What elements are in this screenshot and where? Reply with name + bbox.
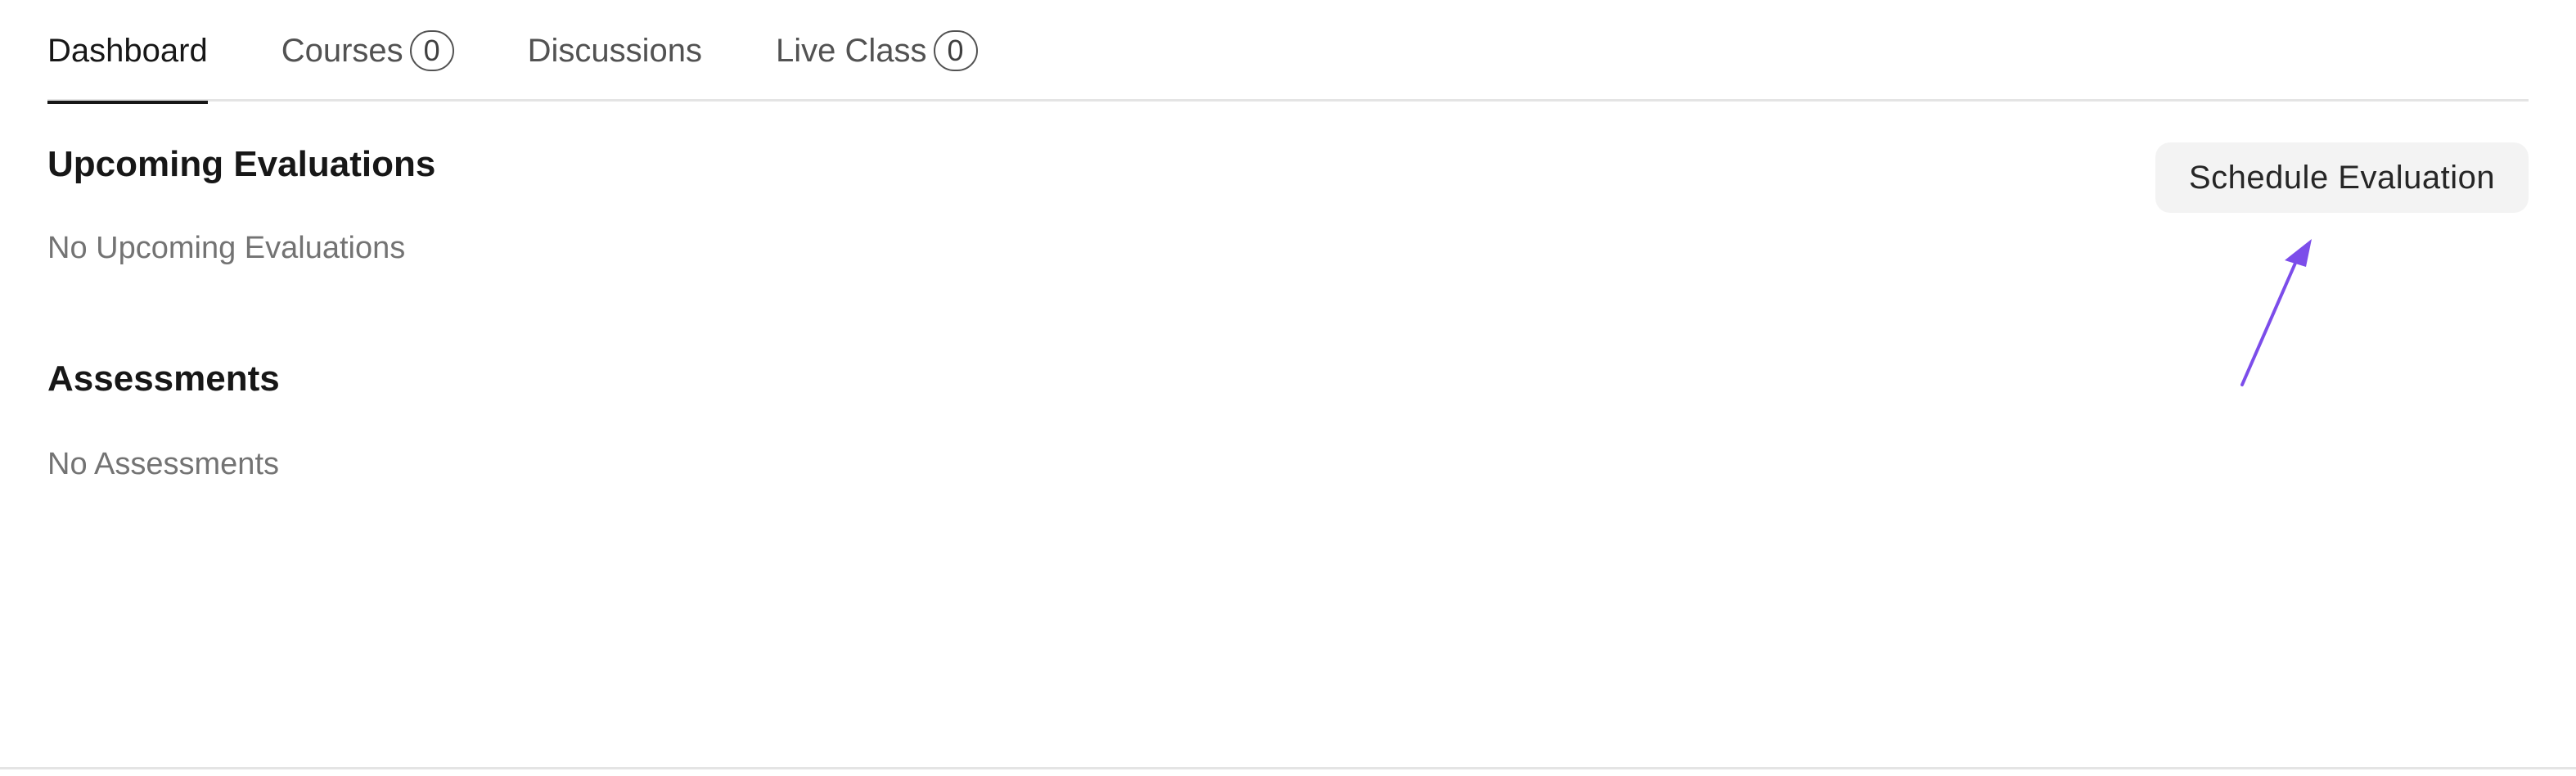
bottom-divider [0, 767, 2576, 769]
tab-bar: Dashboard Courses 0 Discussions Live Cla… [47, 0, 2529, 104]
page: Dashboard Courses 0 Discussions Live Cla… [0, 0, 2576, 776]
tab-discussions-label: Discussions [527, 32, 703, 69]
upcoming-evaluations-heading: Upcoming Evaluations [47, 144, 436, 184]
schedule-evaluation-button[interactable]: Schedule Evaluation [2155, 142, 2529, 213]
assessments-empty-text: No Assessments [47, 447, 279, 481]
tab-dashboard-label: Dashboard [47, 32, 208, 69]
upcoming-evaluations-empty-text: No Upcoming Evaluations [47, 231, 406, 265]
arrow-pointer-icon [2240, 239, 2312, 386]
tab-courses-count-badge: 0 [409, 30, 454, 71]
tab-courses-label: Courses [281, 32, 403, 69]
tab-dashboard[interactable]: Dashboard [47, 0, 208, 104]
tab-live-class[interactable]: Live Class 0 [776, 0, 978, 102]
tab-live-class-label: Live Class [776, 32, 927, 69]
tab-courses[interactable]: Courses 0 [281, 0, 454, 102]
tab-live-class-count-badge: 0 [933, 30, 978, 71]
tab-discussions[interactable]: Discussions [528, 0, 702, 102]
assessments-heading: Assessments [47, 359, 280, 399]
